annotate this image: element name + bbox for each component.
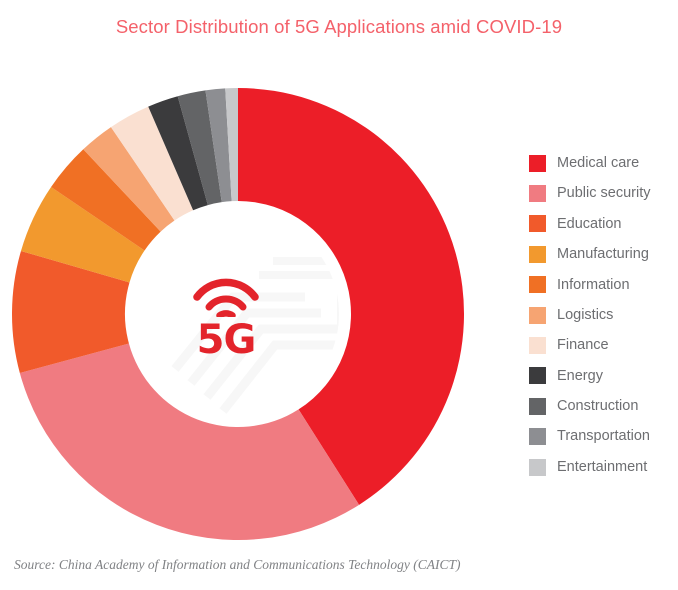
legend-item-label: Information — [557, 276, 630, 293]
legend-color-swatch — [529, 397, 546, 415]
legend-item-label: Construction — [557, 398, 639, 415]
legend-item-label: Logistics — [557, 306, 614, 323]
legend-item[interactable]: Construction — [529, 391, 674, 421]
legend-item-label: Manufacturing — [557, 246, 649, 263]
legend-color-swatch — [529, 367, 546, 385]
donut-center-hole: 5G — [137, 213, 339, 415]
source-note: Source: China Academy of Information and… — [14, 557, 461, 572]
legend-item-label: Energy — [557, 367, 603, 384]
legend-color-swatch — [529, 306, 546, 324]
legend-color-swatch — [529, 337, 546, 355]
legend-color-swatch — [529, 215, 546, 233]
legend-item[interactable]: Entertainment — [529, 452, 674, 482]
five-g-logo: 5G — [193, 273, 259, 360]
legend-color-swatch — [529, 185, 546, 203]
legend-item[interactable]: Finance — [529, 330, 674, 360]
five-g-logo-text: 5G — [196, 316, 257, 363]
legend-item-label: Transportation — [557, 428, 650, 445]
legend-item[interactable]: Energy — [529, 361, 674, 391]
legend-item[interactable]: Education — [529, 209, 674, 239]
legend-item-label: Education — [557, 215, 622, 232]
legend-item[interactable]: Public security — [529, 178, 674, 208]
legend-item-label: Public security — [557, 185, 651, 202]
legend-item-label: Finance — [557, 337, 609, 354]
page-title: Sector Distribution of 5G Applications a… — [115, 16, 563, 37]
wifi-signal-icon — [193, 278, 259, 317]
legend-color-swatch — [529, 276, 546, 294]
legend-color-swatch — [529, 154, 546, 172]
donut-chart: 5G — [12, 88, 464, 540]
legend-item[interactable]: Transportation — [529, 422, 674, 452]
legend-color-swatch — [529, 428, 546, 446]
legend: Medical care Public security Education Manu… — [529, 148, 674, 482]
legend-item-label: Medical care — [557, 154, 640, 171]
legend-color-swatch — [529, 458, 546, 476]
legend-item[interactable]: Logistics — [529, 300, 674, 330]
legend-item-label: Entertainment — [557, 458, 648, 475]
legend-item[interactable]: Manufacturing — [529, 239, 674, 269]
legend-color-swatch — [529, 245, 546, 263]
legend-item[interactable]: Information — [529, 270, 674, 300]
legend-item[interactable]: Medical care — [529, 148, 674, 178]
